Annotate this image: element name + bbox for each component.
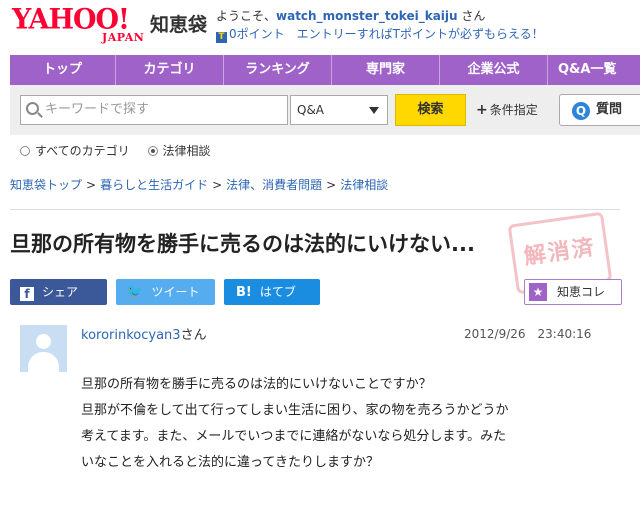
ask-question-button[interactable]: Q 質問 <box>559 94 640 126</box>
search-input[interactable]: キーワードで探す <box>20 95 288 125</box>
plus-icon: + <box>476 102 488 118</box>
points-promo-link[interactable]: エントリーすればTポイントが必ずもらえる！ <box>285 27 544 41</box>
condition-link[interactable]: + 条件指定 <box>476 101 538 118</box>
radio-legal-consultation[interactable]: 法律相談 <box>147 142 211 159</box>
nav-item-top[interactable]: トップ <box>10 55 116 85</box>
nav-item-ranking[interactable]: ランキング <box>224 55 332 85</box>
radio-circle-checked <box>147 146 158 156</box>
t-point-icon: T <box>216 32 227 43</box>
breadcrumb-separator: > <box>86 178 97 192</box>
question-body: 旦那の所有物を勝手に売るのは法的にいけないことですか？ 旦那が不倫をして出て行っ… <box>81 372 611 476</box>
search-placeholder: キーワードで探す <box>45 102 150 117</box>
facebook-share-button[interactable]: f シェア <box>10 279 107 305</box>
search-button[interactable]: 検索 <box>395 94 466 126</box>
radio-circle <box>20 146 30 156</box>
twitter-bird-icon: 🐦 <box>126 284 144 300</box>
logo-chiebukuro-text: 知恵袋 <box>150 14 208 36</box>
search-scope: すべてのカテゴリ 法律相談 <box>20 142 225 159</box>
breadcrumb-life-guide[interactable]: 暮らしと生活ガイド <box>100 178 208 192</box>
search-icon <box>26 102 39 115</box>
main-nav: トップ カテゴリ ランキング 専門家 企業公式 Q&A一覧 <box>10 55 640 85</box>
nav-item-official[interactable]: 企業公式 <box>440 55 548 85</box>
breadcrumb: 知恵袋トップ > 暮らしと生活ガイド > 法律、消費者問題 > 法律相談 <box>10 176 388 193</box>
points-info[interactable]: T 0ポイント エントリーすればTポイントが必ずもらえる！ <box>216 25 544 43</box>
question-body-line: 旦那が不倫をして出て行ってしまい生活に困り、家の物を売ろうかどうか <box>81 403 509 418</box>
chiekore-button[interactable]: ★ 知恵コレ <box>524 279 622 305</box>
radio-all-categories[interactable]: すべてのカテゴリ <box>20 142 130 159</box>
divider <box>10 209 620 210</box>
logo-japan-text: JAPAN <box>102 31 145 44</box>
nav-item-category[interactable]: カテゴリ <box>116 55 224 85</box>
breadcrumb-legal[interactable]: 法律相談 <box>340 178 388 192</box>
star-icon: ★ <box>529 283 547 301</box>
question-body-line: 旦那の所有物を勝手に売るのは法的にいけないことですか？ <box>81 377 432 392</box>
question-body-line: いなことを入れると法的に違ってきたりしますか？ <box>81 455 379 470</box>
avatar-head <box>36 334 51 349</box>
welcome-message: ようこそ、watch_monster_tokei_kaiju さん <box>216 9 486 23</box>
breadcrumb-top[interactable]: 知恵袋トップ <box>10 178 82 192</box>
search-bar: キーワードで探す Q&A 検索 + 条件指定 Q 質問 <box>10 85 640 135</box>
username-link[interactable]: watch_monster_tokei_kaiju <box>276 9 458 23</box>
twitter-share-button[interactable]: 🐦 ツイート <box>116 279 215 305</box>
avatar-body <box>28 352 59 372</box>
question-body-line: 考えてます。また、メールでいつまでに連絡がないなら処分します。みた <box>81 429 507 444</box>
nav-item-expert[interactable]: 専門家 <box>332 55 440 85</box>
yahoo-chiebukuro-logo[interactable]: YAHOO! JAPAN 知恵袋 <box>12 3 208 46</box>
avatar[interactable] <box>20 325 67 372</box>
site-header: YAHOO! JAPAN 知恵袋 ようこそ、watch_monster_toke… <box>0 0 640 56</box>
search-type-select[interactable]: Q&A <box>290 95 388 125</box>
points-value: 0ポイント <box>229 27 285 41</box>
facebook-icon: f <box>20 287 34 301</box>
question-author[interactable]: kororinkocyan3さん <box>81 324 207 343</box>
breadcrumb-law-consumer[interactable]: 法律、消費者問題 <box>226 178 322 192</box>
breadcrumb-separator: > <box>212 178 223 192</box>
nav-item-qa-list[interactable]: Q&A一覧 <box>548 55 640 85</box>
hatena-bookmark-button[interactable]: B! はてブ <box>224 279 320 305</box>
question-title: 旦那の所有物を勝手に売るのは法的にいけない... <box>10 232 475 256</box>
question-date: 2012/9/26 23:40:16 <box>464 327 592 341</box>
question-q-icon: Q <box>572 102 590 120</box>
breadcrumb-separator: > <box>326 178 337 192</box>
caret-down-icon <box>369 107 379 114</box>
hatena-icon: B! <box>236 285 252 300</box>
